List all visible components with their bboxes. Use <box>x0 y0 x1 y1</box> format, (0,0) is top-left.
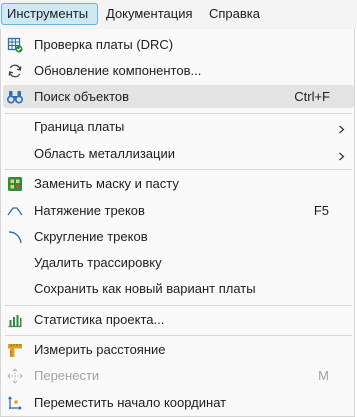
tools-dropdown-menu: Проверка платы (DRC) Обновление компонен… <box>0 29 355 417</box>
menu-item-replace-mask-paste[interactable]: Заменить маску и пасту <box>1 172 355 195</box>
menu-item-label: Удалить трассировку <box>34 255 162 270</box>
menu-separator <box>5 113 352 114</box>
menu-item-delete-routing[interactable]: Удалить трассировку <box>1 251 355 274</box>
menu-separator <box>5 335 352 336</box>
menu-item-project-statistics[interactable]: Статистика проекта... <box>1 308 355 331</box>
menu-item-shortcut: Ctrl+F <box>294 89 330 104</box>
menu-item-label: Поиск объектов <box>34 89 130 104</box>
menu-item-label: Заменить маску и пасту <box>34 176 179 191</box>
menu-separator <box>5 169 352 170</box>
menu-item-label: Переместить начало координат <box>34 395 227 410</box>
menu-item-track-rounding[interactable]: Скругление треков <box>1 225 355 248</box>
menu-item-label: Статистика проекта... <box>34 312 165 327</box>
ruler-icon <box>7 342 23 358</box>
refresh-icon <box>7 63 23 79</box>
chevron-right-icon <box>337 122 346 134</box>
menu-item-board-outline[interactable]: Граница платы <box>1 115 355 138</box>
menu-item-label: Обновление компонентов... <box>34 63 202 78</box>
menu-item-update-components[interactable]: Обновление компонентов... <box>1 59 355 82</box>
menu-item-label: Перенести <box>34 368 100 383</box>
menu-item-copper-area[interactable]: Область металлизации <box>1 142 355 165</box>
menu-item-measure-distance[interactable]: Измерить расстояние <box>1 338 355 361</box>
menu-item-move: Перенести M <box>1 364 355 387</box>
menu-item-label: Граница платы <box>34 119 125 134</box>
menu-separator <box>5 305 352 306</box>
menu-item-shortcut: M <box>318 368 329 383</box>
menu-help[interactable]: Справка <box>204 3 265 25</box>
mask-paste-icon <box>7 176 23 192</box>
track-rounding-icon <box>7 229 23 245</box>
drc-check-icon <box>7 37 23 53</box>
menu-tools[interactable]: Инструменты <box>1 3 98 25</box>
menu-item-drc[interactable]: Проверка платы (DRC) <box>1 33 355 56</box>
menu-item-label: Сохранить как новый вариант платы <box>34 281 256 296</box>
binoculars-icon <box>6 89 24 105</box>
menu-documentation[interactable]: Документация <box>101 3 198 25</box>
menu-item-move-origin[interactable]: Переместить начало координат <box>1 391 355 414</box>
menu-item-label: Скругление треков <box>34 229 148 244</box>
menu-item-label: Натяжение треков <box>34 203 145 218</box>
bar-chart-icon <box>7 312 23 328</box>
move-icon <box>7 368 23 384</box>
track-tension-icon <box>7 203 23 219</box>
menu-item-label: Область металлизации <box>34 146 175 161</box>
menubar: Инструменты Документация Справка <box>0 0 357 29</box>
menu-item-shortcut: F5 <box>313 203 329 218</box>
chevron-right-icon <box>337 149 346 161</box>
menu-item-label: Измерить расстояние <box>34 342 166 357</box>
menu-item-find-objects[interactable]: Поиск объектов Ctrl+F <box>3 85 354 108</box>
origin-icon <box>7 395 23 411</box>
menu-item-track-tension[interactable]: Натяжение треков F5 <box>1 199 355 222</box>
menu-item-label: Проверка платы (DRC) <box>34 37 174 52</box>
menu-item-save-board-variant[interactable]: Сохранить как новый вариант платы <box>1 277 355 300</box>
